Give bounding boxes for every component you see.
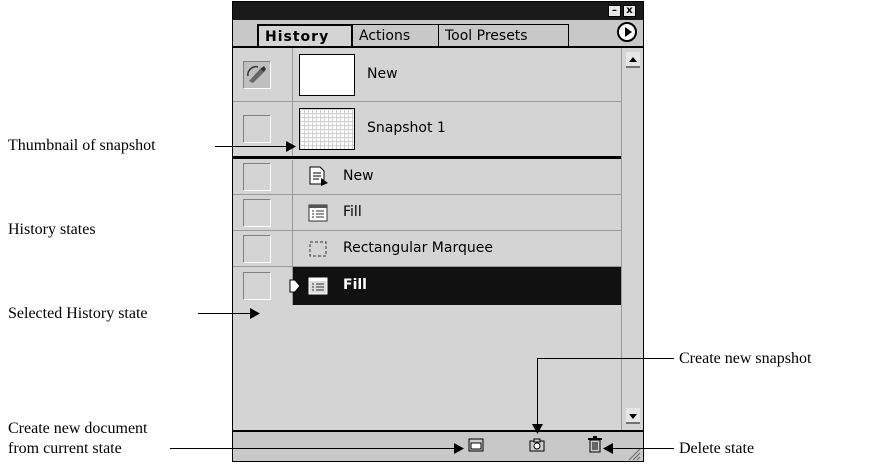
state-label: Fill: [343, 204, 362, 220]
callout-create-new-document-line1: Create new document: [8, 420, 148, 437]
callout-thumbnail-of-snapshot: Thumbnail of snapshot: [8, 137, 156, 154]
snapshot-label: New: [367, 66, 398, 82]
leader-arrowhead: [603, 443, 613, 454]
snapshot-label: Snapshot 1: [367, 120, 446, 136]
leader-line: [215, 146, 289, 147]
leader-line: [537, 358, 674, 359]
palette-menu-arrow-icon[interactable]: [617, 22, 637, 42]
history-source-box[interactable]: [243, 272, 271, 300]
close-button[interactable]: x: [623, 5, 636, 17]
history-source-box[interactable]: [243, 115, 271, 143]
snapshot-divider: [233, 156, 621, 159]
snapshot-thumbnail: [299, 54, 355, 96]
state-label: Fill: [343, 277, 367, 293]
scroll-up-arrow-icon[interactable]: [626, 52, 640, 68]
history-source-box[interactable]: [243, 199, 271, 227]
leader-arrowhead: [286, 141, 296, 152]
history-state-slider-icon[interactable]: [289, 279, 301, 293]
palette-bottom-bar: [233, 430, 643, 461]
history-palette: – x History Actions Tool Presets New Sna…: [232, 1, 644, 462]
leader-line: [537, 358, 538, 426]
history-source-column: [233, 160, 293, 194]
history-state-row-selected[interactable]: Fill: [233, 267, 621, 305]
new-document-from-state-icon[interactable]: [468, 438, 484, 452]
leader-arrowhead: [532, 424, 543, 434]
callout-create-new-document-line2: from current state: [8, 440, 122, 457]
trash-icon[interactable]: [587, 436, 603, 453]
state-label: New: [343, 168, 374, 184]
history-state-row[interactable]: Rectangular Marquee: [233, 231, 621, 267]
palette-tab-row: History Actions Tool Presets: [233, 20, 643, 48]
callout-history-states: History states: [8, 221, 96, 238]
tab-tool-presets[interactable]: Tool Presets: [439, 24, 569, 46]
snapshot-row-new[interactable]: New: [233, 48, 621, 102]
leader-arrowhead: [454, 443, 464, 454]
history-source-column: [233, 48, 293, 101]
state-label: Rectangular Marquee: [343, 240, 493, 256]
history-source-column: [233, 267, 293, 305]
history-source-column: [233, 102, 293, 156]
leader-line: [612, 448, 674, 449]
fill-icon: [308, 277, 328, 295]
history-list: New Snapshot 1 New Fill Rectangular Marq…: [233, 48, 621, 430]
tab-actions[interactable]: Actions: [353, 24, 439, 46]
scroll-down-arrow-icon[interactable]: [626, 408, 640, 424]
vertical-scrollbar[interactable]: [621, 48, 643, 430]
snapshot-thumbnail: [299, 108, 355, 150]
callout-create-new-snapshot: Create new snapshot: [679, 350, 812, 367]
new-document-icon: [309, 166, 328, 186]
callout-selected-history-state: Selected History state: [8, 305, 148, 322]
history-state-row[interactable]: Fill: [233, 195, 621, 231]
callout-delete-state: Delete state: [679, 440, 755, 457]
leader-line: [198, 313, 251, 314]
camera-snapshot-icon[interactable]: [529, 438, 545, 452]
leader-arrowhead: [250, 308, 260, 319]
history-source-column: [233, 231, 293, 266]
history-source-box[interactable]: [243, 163, 271, 191]
history-source-column: [233, 195, 293, 230]
history-source-box[interactable]: [243, 235, 271, 263]
history-state-row[interactable]: New: [233, 160, 621, 195]
history-brush-source-icon[interactable]: [243, 61, 271, 89]
palette-title-bar[interactable]: – x: [233, 2, 643, 20]
leader-line: [170, 448, 455, 449]
minimize-button[interactable]: –: [608, 5, 621, 17]
tab-history[interactable]: History: [257, 24, 353, 46]
fill-icon: [308, 204, 328, 222]
marquee-icon: [309, 241, 327, 257]
